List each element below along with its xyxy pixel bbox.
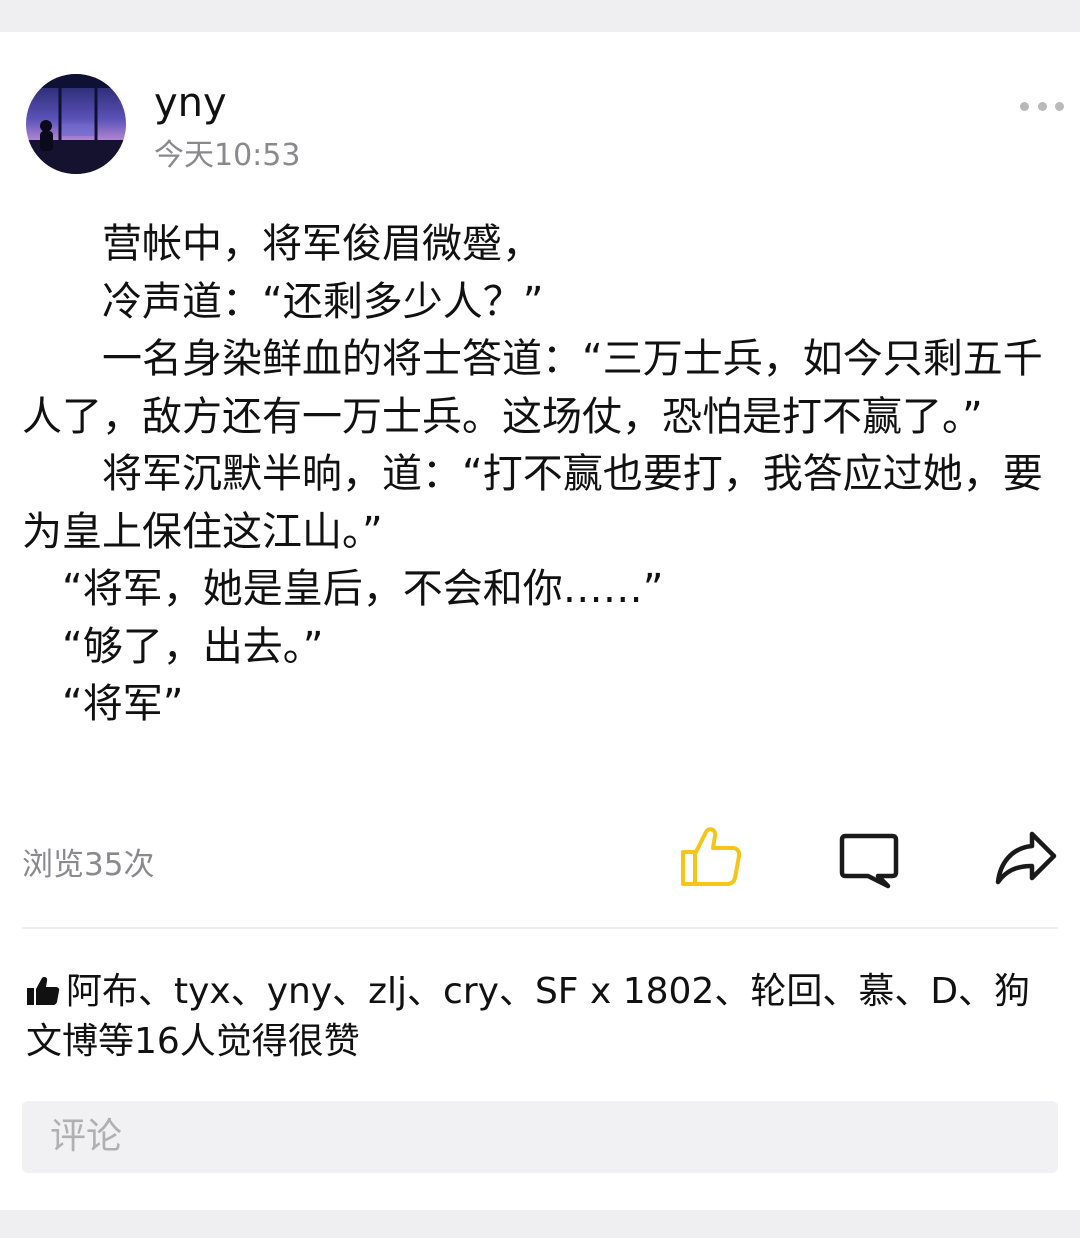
more-dots-icon[interactable] xyxy=(1020,98,1064,114)
share-arrow-icon xyxy=(995,831,1057,885)
post-card: yny 今天10:53 营帐中，将军俊眉微蹙， 冷声道：“还剩多少人？” 一名身… xyxy=(0,32,1080,1210)
comment-button[interactable] xyxy=(838,832,900,890)
share-button[interactable] xyxy=(994,828,1058,888)
thumbs-up-icon xyxy=(681,827,742,886)
author-name[interactable]: yny xyxy=(154,78,227,128)
avatar-image xyxy=(26,74,126,174)
post-time: 今天10:53 xyxy=(154,138,301,173)
comment-icon xyxy=(839,833,899,889)
view-count: 浏览35次 xyxy=(22,847,155,883)
thumbs-up-small-icon xyxy=(27,977,60,1005)
likers-text: 阿布、tyx、yny、zlj、cry、SF x 1802、轮回、慕、D、狗文博等… xyxy=(26,971,1031,1062)
divider xyxy=(22,927,1058,929)
post-body: 营帐中，将军俊眉微蹙， 冷声道：“还剩多少人？” 一名身染鲜血的将士答道：“三万… xyxy=(22,221,1043,727)
like-button[interactable] xyxy=(678,824,744,890)
likers-summary: 阿布、tyx、yny、zlj、cry、SF x 1802、轮回、慕、D、狗文博等… xyxy=(26,967,1036,1067)
avatar[interactable] xyxy=(26,74,126,174)
comment-placeholder: 评论 xyxy=(50,1116,123,1157)
comment-input[interactable]: 评论 xyxy=(22,1101,1058,1173)
